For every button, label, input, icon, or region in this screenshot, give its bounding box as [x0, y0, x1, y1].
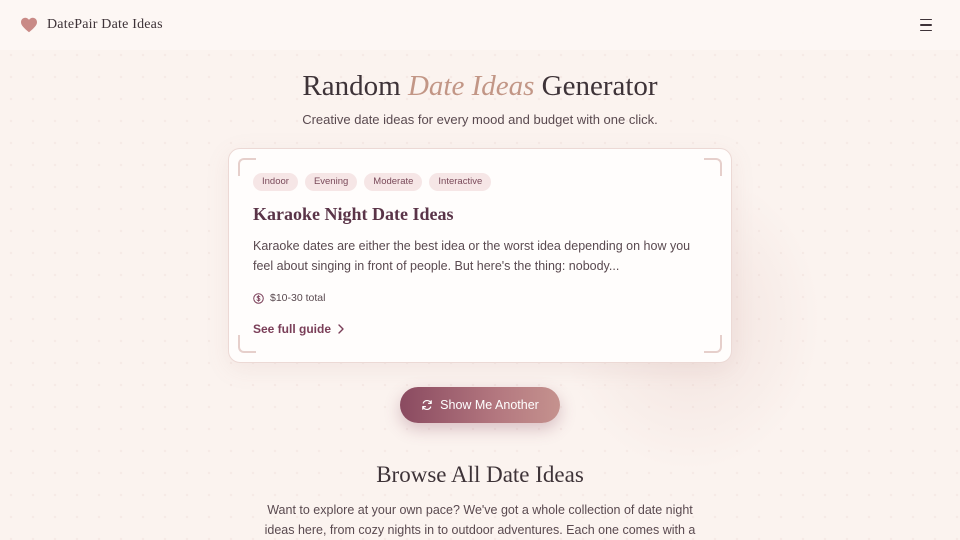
- refresh-icon: [421, 399, 433, 411]
- see-full-guide-link[interactable]: See full guide: [253, 322, 345, 336]
- dollar-circle-icon: [253, 292, 264, 304]
- tag-indoor: Indoor: [253, 173, 298, 191]
- brand-name: DatePair Date Ideas: [47, 17, 163, 32]
- idea-title: Karaoke Night Date Ideas: [253, 204, 454, 224]
- show-me-another-button[interactable]: Show Me Another: [400, 387, 560, 423]
- hamburger-menu-icon[interactable]: [918, 18, 934, 32]
- tag-interactive: Interactive: [429, 173, 492, 191]
- date-idea-card: Indoor Evening Moderate Interactive Kara…: [228, 148, 732, 363]
- brand-link[interactable]: DatePair Date Ideas: [20, 17, 163, 33]
- chevron-right-icon: [337, 324, 345, 334]
- corner-decoration: [704, 158, 722, 176]
- guide-label: See full guide: [253, 322, 332, 336]
- title-after: Generator: [534, 70, 658, 102]
- title-highlight: Date Ideas: [407, 70, 535, 102]
- browse-description: Want to explore at your own pace? We've …: [264, 503, 696, 537]
- heart-icon: [20, 17, 38, 33]
- button-label: Show Me Another: [440, 398, 539, 412]
- tag-evening: Evening: [304, 173, 358, 191]
- page-subtitle: Creative date ideas for every mood and b…: [302, 112, 658, 127]
- site-header: DatePair Date Ideas: [0, 0, 960, 50]
- idea-description: Karaoke dates are either the best idea o…: [253, 239, 691, 273]
- cost-label: $10-30 total: [270, 292, 326, 304]
- corner-decoration: [238, 335, 256, 353]
- tag-list: Indoor Evening Moderate Interactive: [253, 173, 492, 191]
- corner-decoration: [704, 335, 722, 353]
- idea-cost: $10-30 total: [253, 292, 325, 304]
- browse-title: Browse All Date Ideas: [376, 462, 584, 487]
- tag-moderate: Moderate: [364, 173, 423, 191]
- page-title: Random Date Ideas Generator: [0, 70, 960, 103]
- title-before: Random: [302, 70, 408, 102]
